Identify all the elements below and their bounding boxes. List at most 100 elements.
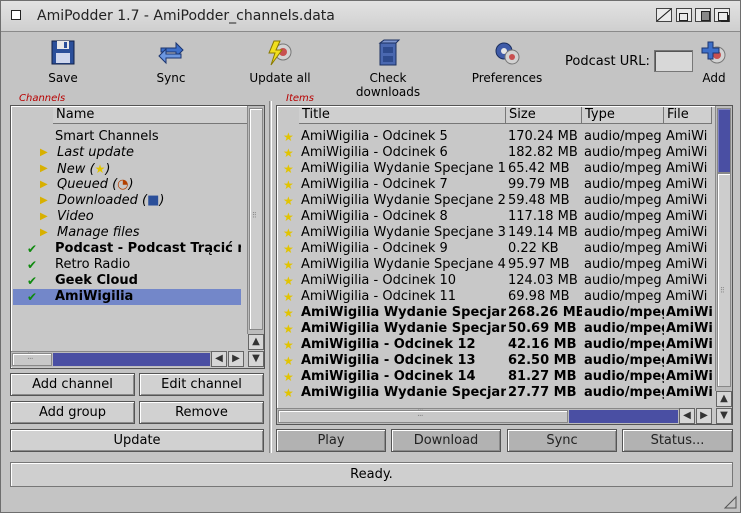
item-row[interactable]: ★ AmiWigilia Wydanie Specjane 5268.26 MBa… (279, 305, 713, 321)
add-plus-icon (700, 39, 728, 67)
podcast-url-input[interactable] (654, 50, 693, 72)
channel-name: AmiWigilia (55, 289, 134, 304)
minimize-icon[interactable] (676, 8, 692, 22)
item-row[interactable]: ★ AmiWigilia - Odcinek 7 99.79 MB audio/mpe… (279, 177, 713, 193)
depth-icon[interactable] (714, 8, 730, 22)
smart-item-last-update[interactable]: ▶ Last update (13, 145, 241, 161)
channel-item[interactable]: ✔ Podcast - Podcast Trącić my (13, 241, 241, 257)
play-button[interactable]: Play (276, 429, 386, 452)
iconify-icon[interactable] (656, 8, 672, 22)
item-row[interactable]: ★ AmiWigilia Wydanie Specjane 4 95.97 MB au… (279, 257, 713, 273)
items-column-size[interactable]: Size (506, 107, 582, 124)
update-button[interactable]: Update (10, 429, 264, 452)
sync-item-button[interactable]: Sync (507, 429, 617, 452)
items-column-type[interactable]: Type (582, 107, 664, 124)
check-icon: ✔ (27, 242, 38, 256)
channel-name: Geek Cloud (55, 273, 138, 288)
channels-vscroll[interactable]: ⁝⁝ (247, 106, 264, 334)
item-row[interactable]: ★ AmiWigilia Wydanie Specjane 1 65.42 MB au… (279, 161, 713, 177)
items-vscroll-track[interactable] (717, 173, 731, 387)
items-column-file[interactable]: File (664, 107, 712, 124)
item-file: AmiWi (666, 225, 708, 240)
items-hscroll-knob[interactable] (278, 410, 568, 423)
save-label: Save (48, 71, 78, 85)
item-type: audio/mpeg (584, 145, 662, 160)
preferences-button[interactable]: Preferences (470, 39, 544, 85)
channel-item-selected[interactable]: ✔ AmiWigilia (13, 289, 241, 305)
channel-item[interactable]: ✔ Retro Radio (13, 257, 241, 273)
channel-name: Podcast - Podcast Trącić my (55, 241, 241, 256)
star-icon: ★ (283, 162, 294, 176)
resize-grip-icon[interactable] (723, 495, 737, 509)
smart-item-new[interactable]: ▶ New (★) (13, 161, 241, 177)
scroll-up-arrow-icon[interactable]: ▲ (716, 391, 732, 407)
smart-item-label: Downloaded ( (57, 193, 148, 208)
item-title: AmiWigilia - Odcinek 14 (301, 369, 476, 384)
smart-item-manage-files[interactable]: ▶ Manage files (13, 225, 241, 241)
smart-item-video[interactable]: ▶ Video (13, 209, 241, 225)
save-button[interactable]: Save (41, 39, 85, 85)
item-row[interactable]: ★ AmiWigilia Wydanie Specjane 3 149.14 MB a… (279, 225, 713, 241)
item-file: AmiWi (666, 369, 712, 384)
sync-label: Sync (156, 71, 186, 85)
scroll-left-arrow-icon[interactable]: ◀ (679, 408, 695, 424)
scroll-right-arrow-icon[interactable]: ▶ (696, 408, 712, 424)
smart-item-label: Last update (57, 145, 135, 160)
panel-splitter[interactable] (269, 101, 272, 453)
items-column-title[interactable]: Title (299, 107, 506, 124)
item-type: audio/mpeg (584, 321, 664, 336)
close-window-icon[interactable] (11, 10, 21, 20)
item-title: AmiWigilia Wydanie Specjane 2 (301, 193, 506, 208)
scroll-up-arrow-icon[interactable]: ▲ (248, 334, 264, 350)
items-vscroll[interactable]: ⁝⁝ (715, 106, 732, 391)
item-row[interactable]: ★ AmiWigilia - Odcinek 10 124.03 MB audio/m… (279, 273, 713, 289)
item-row[interactable]: ★ AmiWigilia - Odcinek 5 170.24 MB audio/mp… (279, 129, 713, 145)
check-downloads-button[interactable]: Check downloads (336, 39, 440, 99)
add-podcast-button[interactable]: Add (699, 39, 729, 85)
item-size: 268.26 MB (508, 305, 582, 320)
channel-item[interactable]: ✔ Geek Cloud (13, 273, 241, 289)
item-row[interactable]: ★ AmiWigilia - Odcinek 14 81.27 MB audio/mp… (279, 369, 713, 385)
items-list[interactable]: Title Size Type File ★ AmiWigilia - Odcin… (276, 105, 733, 425)
remove-button[interactable]: Remove (139, 401, 264, 424)
scroll-left-arrow-icon[interactable]: ◀ (211, 351, 227, 367)
status-button[interactable]: Status... (622, 429, 733, 452)
check-icon: ✔ (27, 274, 38, 288)
channels-hscroll[interactable]: ⁚⁚⁚ (11, 351, 211, 367)
scroll-right-arrow-icon[interactable]: ▶ (228, 351, 244, 367)
star-icon: ★ (283, 290, 294, 304)
smart-item-downloaded[interactable]: ▶ Downloaded (■) (13, 193, 241, 209)
item-row[interactable]: ★ AmiWigilia Wydanie Specjane 2 59.48 MB au… (279, 193, 713, 209)
zoom-icon[interactable] (695, 8, 711, 22)
item-type: audio/mpeg (584, 177, 662, 192)
smart-item-suffix: ) (105, 162, 111, 177)
smart-channels-group[interactable]: Smart Channels (13, 129, 241, 145)
item-title: AmiWigilia Wydanie Specjane 7 (301, 385, 506, 400)
item-size: 117.18 MB (508, 209, 578, 224)
item-row[interactable]: ★ AmiWigilia - Odcinek 6 182.82 MB audio/mp… (279, 145, 713, 161)
scroll-down-arrow-icon[interactable]: ▼ (248, 351, 264, 367)
add-channel-button[interactable]: Add channel (10, 373, 135, 396)
item-row[interactable]: ★ AmiWigilia - Odcinek 9 0.22 KB audio/mpeg… (279, 241, 713, 257)
smart-item-queued[interactable]: ▶ Queued (◔) (13, 177, 241, 193)
download-button[interactable]: Download (391, 429, 501, 452)
sync-button[interactable]: Sync (149, 39, 193, 85)
title-bar[interactable]: AmiPodder 1.7 - AmiPodder_channels.data (1, 1, 740, 32)
channels-list[interactable]: Name Smart Channels ▶ Last update ▶ New … (10, 105, 265, 369)
item-row[interactable]: ★ AmiWigilia Wydanie Specjane 727.77 MB au… (279, 385, 713, 401)
item-row[interactable]: ★ AmiWigilia - Odcinek 13 62.50 MB audio/mp… (279, 353, 713, 369)
scroll-down-arrow-icon[interactable]: ▼ (716, 408, 732, 424)
item-row[interactable]: ★ AmiWigilia - Odcinek 8 117.18 MB audio/mp… (279, 209, 713, 225)
add-group-button[interactable]: Add group (10, 401, 135, 424)
item-row[interactable]: ★ AmiWigilia - Odcinek 12 42.16 MB audio/mp… (279, 337, 713, 353)
items-hscroll[interactable]: ⁚⁚⁚ (277, 408, 679, 424)
item-title: AmiWigilia - Odcinek 7 (301, 177, 448, 192)
item-row[interactable]: ★ AmiWigilia Wydanie Specjane 650.69 MB au… (279, 321, 713, 337)
channels-column-name[interactable]: Name (53, 107, 249, 124)
items-vscroll-thumb[interactable] (717, 108, 731, 173)
item-type: audio/mpeg (584, 209, 662, 224)
update-all-button[interactable]: Update all (247, 39, 313, 85)
item-row[interactable]: ★ AmiWigilia - Odcinek 11 69.98 MB audio/mp… (279, 289, 713, 305)
edit-channel-button[interactable]: Edit channel (139, 373, 264, 396)
item-size: 81.27 MB (508, 369, 577, 384)
